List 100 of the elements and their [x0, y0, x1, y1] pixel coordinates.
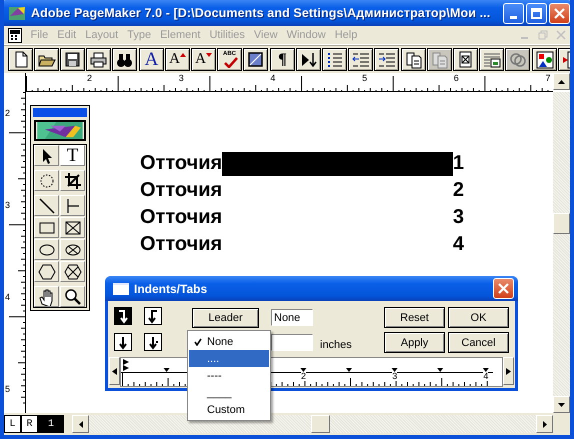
- page-tab[interactable]: 1: [38, 415, 64, 433]
- minimize-button[interactable]: [503, 2, 524, 24]
- toolbar-button[interactable]: ¶: [270, 48, 295, 71]
- down-arrow-icon: [558, 402, 565, 406]
- scroll-thumb[interactable]: [311, 415, 330, 433]
- dialog-button[interactable]: Reset: [384, 307, 445, 328]
- tab-type-button[interactable]: [144, 307, 162, 325]
- toolbar-button[interactable]: [86, 48, 111, 71]
- dialog-title: Indents/Tabs: [134, 282, 208, 296]
- down-triangle-icon: [206, 53, 212, 57]
- menu-item[interactable]: Custom: [189, 401, 269, 418]
- page-tab[interactable]: L: [4, 415, 21, 433]
- right-arrow-icon: [506, 368, 511, 374]
- shapes-icon: [536, 50, 554, 68]
- page-tab[interactable]: R: [21, 415, 38, 433]
- toolbar-button[interactable]: [34, 48, 59, 71]
- tool-button[interactable]: [34, 195, 59, 216]
- tool-button[interactable]: [34, 170, 59, 191]
- position-field[interactable]: [271, 334, 313, 351]
- leader-button[interactable]: Leader: [192, 308, 259, 328]
- menu-item[interactable]: ....: [189, 350, 269, 367]
- scroll-right-button[interactable]: [536, 415, 553, 433]
- toolbar-button[interactable]: [479, 48, 504, 71]
- menu-item[interactable]: None: [189, 333, 269, 350]
- tool-button[interactable]: [60, 170, 85, 191]
- tool-button[interactable]: [60, 217, 85, 238]
- dialog-button[interactable]: Cancel: [448, 332, 509, 353]
- tool-button[interactable]: [34, 239, 59, 260]
- ruler-label: 4: [483, 372, 488, 381]
- document-text: Отточия: [140, 206, 222, 229]
- toolbar-button[interactable]: A: [191, 48, 216, 71]
- rectangle-frame-icon: [64, 218, 82, 236]
- indent-marker-icon: [123, 359, 131, 371]
- menu-item[interactable]: ____: [189, 384, 269, 401]
- tool-button[interactable]: [34, 261, 59, 282]
- tool-button[interactable]: [34, 145, 59, 166]
- up-triangle-icon: [180, 53, 186, 57]
- toolbar-button[interactable]: [348, 48, 373, 71]
- link-icon: [508, 50, 526, 68]
- document-number: 3: [452, 206, 464, 229]
- dialog-button[interactable]: OK: [448, 307, 509, 328]
- document-number: 4: [452, 233, 464, 256]
- ruler-label: 7: [546, 73, 551, 83]
- document-text: Отточия: [140, 233, 222, 256]
- scroll-thumb[interactable]: [553, 213, 570, 234]
- printer-icon: [90, 50, 108, 68]
- toolbar-button[interactable]: [243, 48, 268, 71]
- crop-icon: [64, 172, 82, 190]
- toolbar-button[interactable]: [60, 48, 85, 71]
- leader-field[interactable]: None: [271, 309, 313, 326]
- scroll-down-button[interactable]: [553, 396, 570, 413]
- polygon-frame-icon: [64, 262, 82, 280]
- dialog-button[interactable]: Apply: [384, 332, 445, 353]
- toolbar-button[interactable]: [453, 48, 478, 71]
- rotate-icon: [38, 172, 56, 190]
- scroll-right-button[interactable]: [503, 357, 514, 385]
- scroll-left-button[interactable]: [72, 415, 89, 433]
- menu-item[interactable]: ----: [189, 367, 269, 384]
- toolbar-button[interactable]: [296, 48, 321, 71]
- toolbar-button[interactable]: [374, 48, 399, 71]
- tool-button[interactable]: [60, 261, 85, 282]
- tab-type-button[interactable]: [144, 333, 162, 351]
- horizontal-scrollbar[interactable]: [89, 415, 536, 433]
- toolbar-button[interactable]: A: [165, 48, 190, 71]
- maximize-button[interactable]: [526, 2, 547, 24]
- window-icon: [113, 282, 129, 294]
- ruler-label: 2: [5, 108, 10, 118]
- vertical-scrollbar[interactable]: [553, 92, 570, 413]
- tool-button[interactable]: [34, 286, 59, 307]
- toolbar-button[interactable]: [401, 48, 426, 71]
- tool-button[interactable]: [34, 217, 59, 238]
- close-button[interactable]: [549, 2, 570, 24]
- toolbar-button[interactable]: A: [139, 48, 164, 71]
- tab-type-button[interactable]: [114, 307, 132, 325]
- ruler-label: 6: [454, 73, 459, 83]
- minimize-icon: [510, 16, 517, 18]
- palette-title-bar: [33, 108, 87, 117]
- scroll-up-button[interactable]: [553, 73, 570, 90]
- toolbar-button[interactable]: [322, 48, 347, 71]
- ruler-label: 4: [5, 292, 10, 302]
- right-arrow-icon: [542, 420, 546, 428]
- document-text: Отточия: [140, 152, 222, 175]
- toolbar-button[interactable]: [532, 48, 557, 71]
- scroll-left-button[interactable]: [109, 357, 120, 385]
- close-icon: [554, 8, 565, 18]
- toolbar-button[interactable]: [112, 48, 137, 71]
- document-number: 2: [452, 179, 464, 202]
- list-icon: [326, 50, 344, 68]
- polygon-icon: [38, 262, 56, 280]
- unit-label: inches: [320, 339, 352, 351]
- tool-button[interactable]: [60, 286, 85, 307]
- tool-button[interactable]: T: [60, 145, 85, 166]
- close-button[interactable]: [493, 278, 514, 299]
- app-icon: [8, 4, 26, 22]
- tool-button[interactable]: [60, 239, 85, 260]
- hand-icon: [38, 288, 56, 306]
- tab-type-button[interactable]: [114, 333, 132, 351]
- toolbar-button[interactable]: [8, 48, 33, 71]
- tool-button[interactable]: [60, 195, 85, 216]
- ruler-label: 3: [178, 73, 184, 83]
